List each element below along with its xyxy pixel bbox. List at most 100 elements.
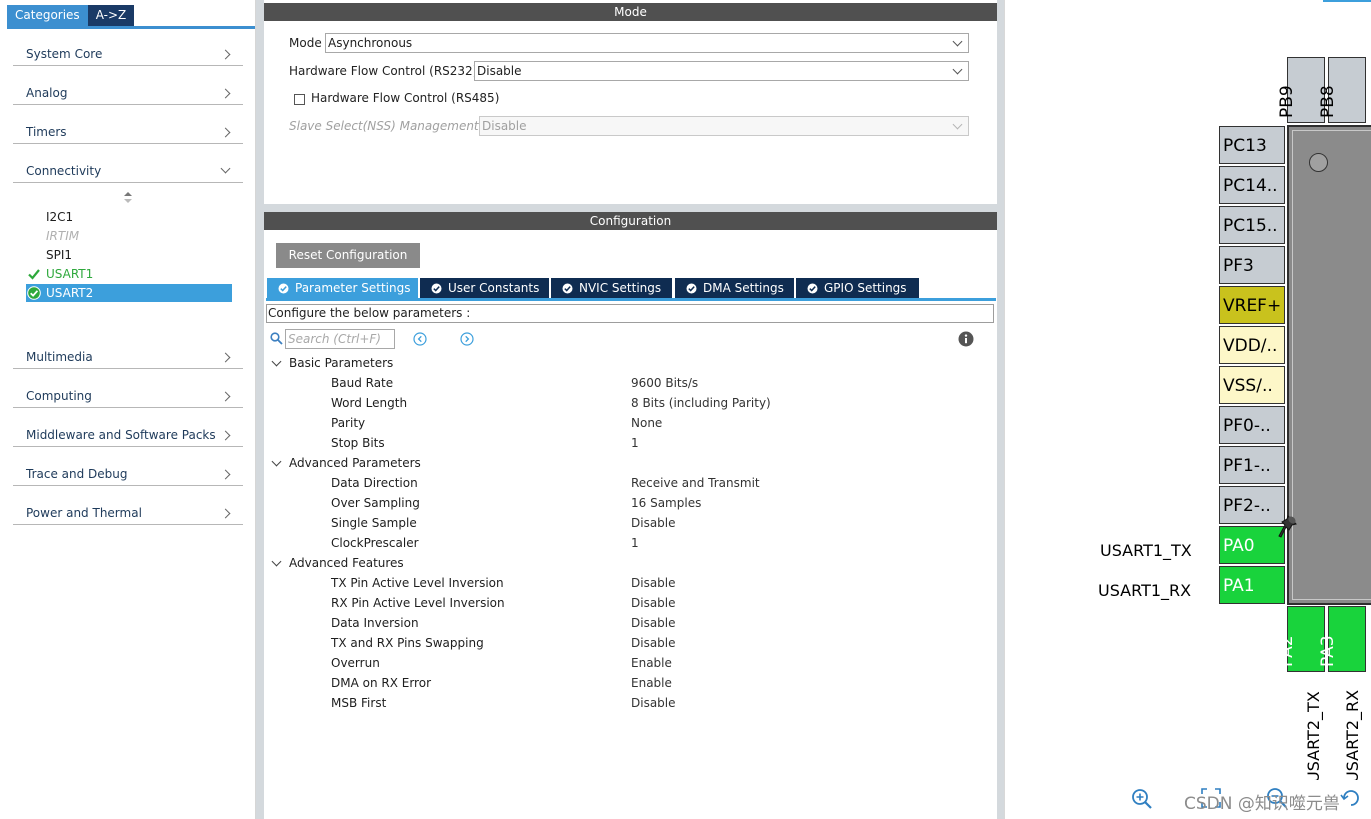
- peripheral-i2c1[interactable]: I2C1: [26, 208, 232, 226]
- tab-nvic-settings[interactable]: NVIC Settings: [551, 278, 672, 299]
- mode-select[interactable]: Asynchronous: [325, 33, 969, 53]
- pin-pf0[interactable]: PF0-..: [1219, 406, 1285, 444]
- tab-categories[interactable]: Categories: [7, 5, 88, 26]
- nss-select[interactable]: Disable: [479, 116, 969, 136]
- nss-label: Slave Select(NSS) Management: [289, 119, 479, 133]
- peripheral-label: IRTIM: [46, 229, 80, 243]
- category-label: Multimedia: [26, 350, 93, 364]
- category-label: Connectivity: [26, 164, 102, 178]
- view-tab-indicator: [1323, 0, 1371, 2]
- tab-parameter-settings[interactable]: Parameter Settings: [267, 278, 418, 299]
- category-multimedia[interactable]: Multimedia: [13, 343, 243, 369]
- pin-label: PB8: [1318, 85, 1338, 118]
- param-value[interactable]: Disable: [631, 596, 676, 610]
- zoom-in-icon[interactable]: [1131, 788, 1153, 810]
- peripheral-label: USART1: [46, 267, 94, 281]
- param-name: RX Pin Active Level Inversion: [331, 596, 505, 610]
- pin-pa1[interactable]: PA1: [1219, 566, 1285, 604]
- category-label: Trace and Debug: [26, 467, 128, 481]
- config-panel-title: Configuration: [264, 212, 997, 230]
- sort-arrows-icon[interactable]: [123, 192, 133, 204]
- mode-panel-title: Mode: [264, 3, 997, 21]
- previous-icon[interactable]: [413, 332, 427, 346]
- watermark: CSDN @知识噬元兽: [1184, 794, 1340, 814]
- hwfc-rs232-select[interactable]: Disable: [474, 61, 969, 81]
- check-circle-icon: [686, 283, 697, 294]
- param-value[interactable]: 9600 Bits/s: [631, 376, 698, 390]
- category-connectivity[interactable]: Connectivity: [13, 157, 243, 183]
- category-analog[interactable]: Analog: [13, 79, 243, 105]
- category-computing[interactable]: Computing: [13, 382, 243, 408]
- param-value[interactable]: Enable: [631, 656, 672, 670]
- pin-vss[interactable]: VSS/..: [1219, 366, 1285, 404]
- param-name: TX Pin Active Level Inversion: [331, 576, 504, 590]
- param-value[interactable]: 8 Bits (including Parity): [631, 396, 771, 410]
- tab-a-z[interactable]: A->Z: [87, 5, 135, 26]
- rotate-icon[interactable]: [1340, 787, 1362, 809]
- param-value[interactable]: Receive and Transmit: [631, 476, 760, 490]
- info-icon[interactable]: [958, 331, 974, 347]
- tab-user-constants[interactable]: User Constants: [420, 278, 549, 299]
- peripheral-usart2[interactable]: USART2: [26, 284, 232, 302]
- hwfc-rs485-checkbox[interactable]: [294, 94, 305, 105]
- pin-vref[interactable]: VREF+: [1219, 286, 1285, 324]
- left-splitter[interactable]: [256, 0, 264, 819]
- tab-label: Parameter Settings: [295, 281, 411, 295]
- param-name: Data Direction: [331, 476, 418, 490]
- pin-pc13[interactable]: PC13: [1219, 126, 1285, 164]
- param-value[interactable]: Disable: [631, 616, 676, 630]
- chevron-right-icon: [220, 127, 231, 138]
- category-timers[interactable]: Timers: [13, 118, 243, 144]
- reset-configuration-button[interactable]: Reset Configuration: [276, 243, 420, 268]
- pin-vdd[interactable]: VDD/..: [1219, 326, 1285, 364]
- category-label: Analog: [26, 86, 68, 100]
- next-icon[interactable]: [460, 332, 474, 346]
- hwfc-rs232-label: Hardware Flow Control (RS232): [289, 64, 478, 78]
- mode-config-splitter[interactable]: [264, 204, 997, 212]
- tab-gpio-settings[interactable]: GPIO Settings: [796, 278, 919, 299]
- param-value[interactable]: Enable: [631, 676, 672, 690]
- param-value[interactable]: Disable: [631, 696, 676, 710]
- search-input[interactable]: Search (Ctrl+F): [285, 329, 395, 349]
- pin-pf3[interactable]: PF3: [1219, 246, 1285, 284]
- view-tabs: Categories A->Z: [7, 5, 135, 27]
- pin-pa3[interactable]: PA3: [1318, 606, 1366, 672]
- peripheral-irtim[interactable]: IRTIM: [26, 227, 232, 245]
- chevron-down-icon: [220, 163, 231, 174]
- category-power-and-thermal[interactable]: Power and Thermal: [13, 499, 243, 525]
- chevron-right-icon: [220, 391, 231, 402]
- category-system-core[interactable]: System Core: [13, 40, 243, 66]
- param-name: Parity: [331, 416, 366, 430]
- param-value[interactable]: Disable: [631, 516, 676, 530]
- param-value[interactable]: None: [631, 416, 662, 430]
- category-label: Timers: [26, 125, 67, 139]
- param-name: MSB First: [331, 696, 387, 710]
- tab-label: GPIO Settings: [824, 281, 907, 295]
- right-splitter[interactable]: [997, 0, 1004, 819]
- check-circle-icon: [27, 286, 41, 300]
- tabs-underline: [266, 298, 996, 301]
- tab-dma-settings[interactable]: DMA Settings: [675, 278, 794, 299]
- category-trace-and-debug[interactable]: Trace and Debug: [13, 460, 243, 486]
- peripheral-usart1[interactable]: USART1: [26, 265, 232, 283]
- category-label: Middleware and Software Packs: [26, 428, 216, 442]
- param-value[interactable]: 1: [631, 436, 639, 450]
- signal-usart1-tx: USART1_TX: [1100, 541, 1192, 560]
- pin-pb8[interactable]: PB8: [1318, 57, 1366, 123]
- pin-pc15[interactable]: PC15..: [1219, 206, 1285, 244]
- bottom-signal-clip: USART2_TX USART2_RX: [1286, 685, 1371, 780]
- peripheral-label: SPI1: [46, 248, 73, 262]
- param-value[interactable]: Disable: [631, 576, 676, 590]
- peripheral-spi1[interactable]: SPI1: [26, 246, 232, 264]
- tab-label: User Constants: [448, 281, 540, 295]
- pin-pf1[interactable]: PF1-..: [1219, 446, 1285, 484]
- param-value[interactable]: 1: [631, 536, 639, 550]
- chevron-right-icon: [220, 88, 231, 99]
- param-value[interactable]: 16 Samples: [631, 496, 701, 510]
- chevron-right-icon: [220, 430, 231, 441]
- param-name: TX and RX Pins Swapping: [331, 636, 484, 650]
- check-circle-icon: [562, 283, 573, 294]
- pin-pc14[interactable]: PC14..: [1219, 166, 1285, 204]
- category-middleware[interactable]: Middleware and Software Packs: [13, 421, 243, 447]
- param-value[interactable]: Disable: [631, 636, 676, 650]
